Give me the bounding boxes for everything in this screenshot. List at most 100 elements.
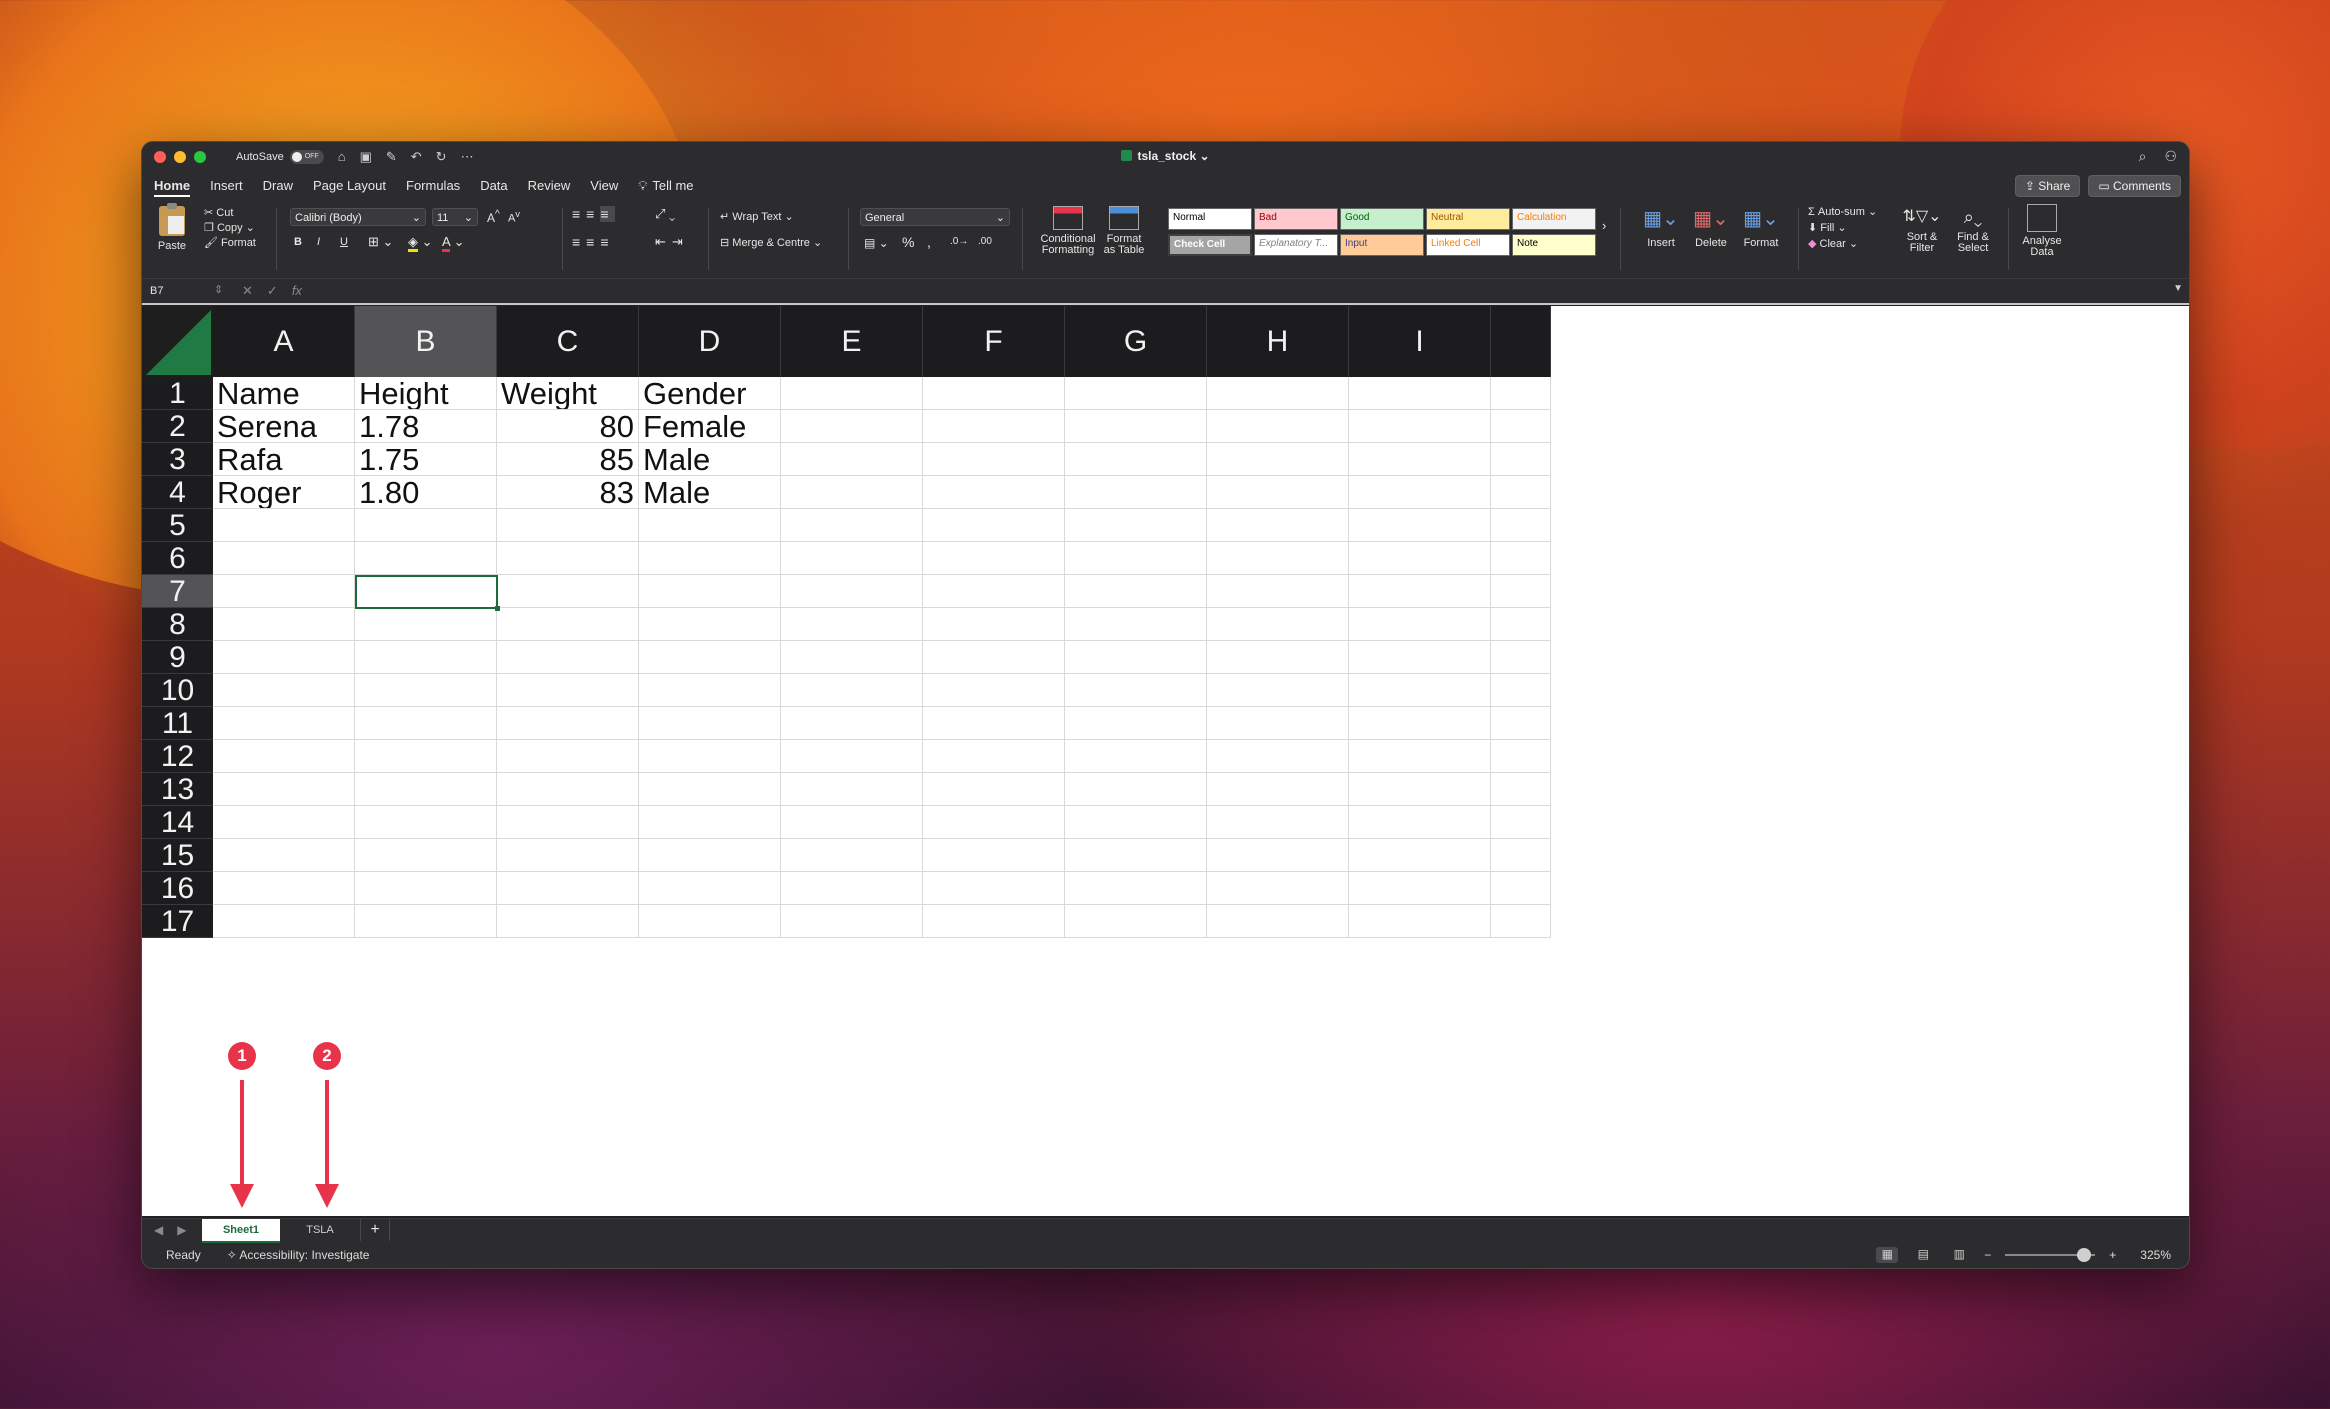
cell-d5[interactable]	[639, 509, 781, 542]
fill-button[interactable]: ⬇︎ Fill ⌄	[1808, 220, 1877, 236]
cell-e3[interactable]	[781, 443, 923, 476]
cell-i6[interactable]	[1349, 542, 1491, 575]
accounting-format-icon[interactable]: ▤ ⌄	[864, 236, 889, 250]
cell-g13[interactable]	[1065, 773, 1207, 806]
cell-h4[interactable]	[1207, 476, 1349, 509]
more-icon[interactable]: ⋯	[461, 149, 474, 165]
cell-e1[interactable]	[781, 377, 923, 410]
cell-a14[interactable]	[213, 806, 355, 839]
cell-d13[interactable]	[639, 773, 781, 806]
cell-i15[interactable]	[1349, 839, 1491, 872]
row-header-9[interactable]: 9	[142, 641, 213, 674]
add-sheet-button[interactable]: +	[360, 1219, 390, 1241]
column-header-b[interactable]: B	[355, 306, 497, 377]
zoom-out-button[interactable]: −	[1984, 1248, 1991, 1262]
cell-c3[interactable]: 85	[497, 443, 639, 476]
cell-d14[interactable]	[639, 806, 781, 839]
cell-b17[interactable]	[355, 905, 497, 938]
cell-e11[interactable]	[781, 707, 923, 740]
accessibility-status[interactable]: ✧ Accessibility: Investigate	[227, 1248, 370, 1262]
cell-f2[interactable]	[923, 410, 1065, 443]
column-header-a[interactable]: A	[213, 306, 355, 377]
conditional-formatting-button[interactable]: Conditional Formatting	[1038, 206, 1098, 256]
cell-c15[interactable]	[497, 839, 639, 872]
cell-g2[interactable]	[1065, 410, 1207, 443]
cell-style-note[interactable]: Note	[1512, 234, 1596, 256]
cell-c1[interactable]: Weight	[497, 377, 639, 410]
cell-h13[interactable]	[1207, 773, 1349, 806]
number-format-select[interactable]: General ⌄	[860, 208, 1010, 226]
cell-i10[interactable]	[1349, 674, 1491, 707]
insert-function-icon[interactable]: fx	[292, 283, 302, 299]
cell-f7[interactable]	[923, 575, 1065, 608]
cancel-icon[interactable]: ✕	[242, 283, 253, 299]
tab-draw[interactable]: Draw	[253, 172, 303, 200]
row-header-12[interactable]: 12	[142, 740, 213, 773]
redo-icon[interactable]: ↻	[436, 149, 447, 165]
cell-a15[interactable]	[213, 839, 355, 872]
underline-button[interactable]: U	[340, 236, 348, 248]
tab-page-layout[interactable]: Page Layout	[303, 172, 396, 200]
copy-button[interactable]: ❐ Copy ⌄	[204, 221, 256, 236]
cell-h8[interactable]	[1207, 608, 1349, 641]
cell-h2[interactable]	[1207, 410, 1349, 443]
cell-e6[interactable]	[781, 542, 923, 575]
cell-i12[interactable]	[1349, 740, 1491, 773]
cell-b6[interactable]	[355, 542, 497, 575]
cell-d9[interactable]	[639, 641, 781, 674]
cell-style-calculation[interactable]: Calculation	[1512, 208, 1596, 230]
cell-i13[interactable]	[1349, 773, 1491, 806]
cell-d6[interactable]	[639, 542, 781, 575]
cell-g7[interactable]	[1065, 575, 1207, 608]
row-header-14[interactable]: 14	[142, 806, 213, 839]
cell-f15[interactable]	[923, 839, 1065, 872]
cell-j3[interactable]	[1491, 443, 1551, 476]
cell-a6[interactable]	[213, 542, 355, 575]
cell-e2[interactable]	[781, 410, 923, 443]
cell-i17[interactable]	[1349, 905, 1491, 938]
tab-review[interactable]: Review	[518, 172, 581, 200]
row-header-8[interactable]: 8	[142, 608, 213, 641]
cell-c12[interactable]	[497, 740, 639, 773]
cell-j6[interactable]	[1491, 542, 1551, 575]
row-header-13[interactable]: 13	[142, 773, 213, 806]
cell-a5[interactable]	[213, 509, 355, 542]
cell-i8[interactable]	[1349, 608, 1491, 641]
cell-i9[interactable]	[1349, 641, 1491, 674]
cell-f4[interactable]	[923, 476, 1065, 509]
cell-h12[interactable]	[1207, 740, 1349, 773]
cell-f8[interactable]	[923, 608, 1065, 641]
cell-d15[interactable]	[639, 839, 781, 872]
cell-b4[interactable]: 1.80	[355, 476, 497, 509]
font-name-select[interactable]: Calibri (Body) ⌄	[290, 208, 426, 226]
normal-view-icon[interactable]: ▦	[1876, 1247, 1899, 1263]
column-header-c[interactable]: C	[497, 306, 639, 377]
cell-h14[interactable]	[1207, 806, 1349, 839]
column-header-overflow[interactable]	[1491, 306, 1551, 377]
row-header-17[interactable]: 17	[142, 905, 213, 938]
cell-g4[interactable]	[1065, 476, 1207, 509]
cell-e8[interactable]	[781, 608, 923, 641]
cell-h15[interactable]	[1207, 839, 1349, 872]
cell-j10[interactable]	[1491, 674, 1551, 707]
vertical-align-icons[interactable]: ≡≡≡	[572, 206, 615, 222]
tab-insert[interactable]: Insert	[200, 172, 253, 200]
cell-d10[interactable]	[639, 674, 781, 707]
autosum-button[interactable]: Σ Auto-sum ⌄	[1808, 204, 1877, 220]
cell-style-neutral[interactable]: Neutral	[1426, 208, 1510, 230]
cut-button[interactable]: ✂︎ Cut	[204, 206, 256, 221]
autosave-toggle[interactable]: AutoSave OFF	[236, 150, 324, 164]
borders-icon[interactable]: ⊞ ⌄	[368, 234, 393, 250]
cell-b16[interactable]	[355, 872, 497, 905]
cell-c7[interactable]	[497, 575, 639, 608]
save-as-icon[interactable]: ✎	[386, 149, 397, 165]
cell-a3[interactable]: Rafa	[213, 443, 355, 476]
cell-a10[interactable]	[213, 674, 355, 707]
cell-f6[interactable]	[923, 542, 1065, 575]
cell-a4[interactable]: Roger	[213, 476, 355, 509]
cell-c10[interactable]	[497, 674, 639, 707]
cell-f3[interactable]	[923, 443, 1065, 476]
next-sheet-icon[interactable]: ▶	[177, 1223, 186, 1237]
cell-b12[interactable]	[355, 740, 497, 773]
percent-icon[interactable]: %	[902, 234, 914, 250]
